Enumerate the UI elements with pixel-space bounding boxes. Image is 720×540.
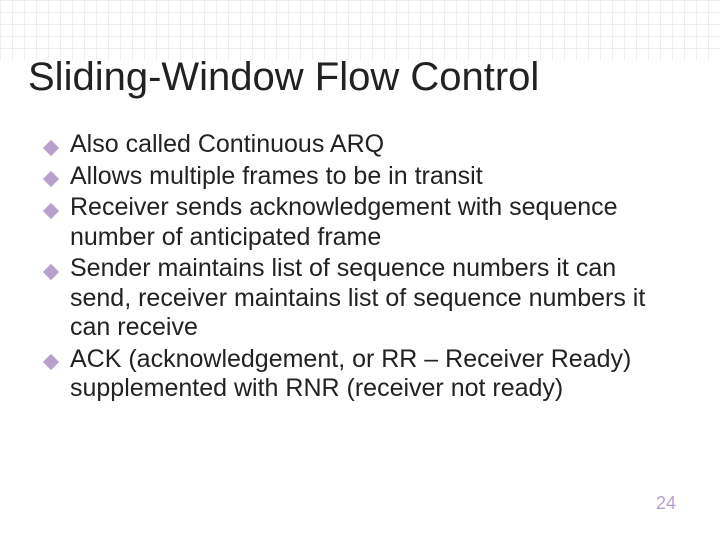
- list-item-text: Sender maintains list of sequence number…: [70, 254, 645, 341]
- list-item: Allows multiple frames to be in transit: [42, 162, 680, 192]
- list-item-text: Also called Continuous ARQ: [70, 130, 384, 158]
- slide-content: Sliding-Window Flow Control Also called …: [0, 0, 720, 404]
- slide-body: Also called Continuous ARQ Allows multip…: [0, 98, 720, 404]
- list-item-text: ACK (acknowledgement, or RR – Receiver R…: [70, 345, 631, 403]
- diamond-bullet-icon: [42, 166, 60, 184]
- list-item: ACK (acknowledgement, or RR – Receiver R…: [42, 345, 680, 404]
- slide-title: Sliding-Window Flow Control: [0, 0, 720, 98]
- list-item-text: Receiver sends acknowledgement with sequ…: [70, 193, 618, 251]
- slide: Sliding-Window Flow Control Also called …: [0, 0, 720, 540]
- diamond-bullet-icon: [42, 349, 60, 367]
- list-item: Also called Continuous ARQ: [42, 130, 680, 160]
- page-number: 24: [656, 493, 676, 514]
- diamond-bullet-icon: [42, 135, 60, 153]
- diamond-bullet-icon: [42, 198, 60, 216]
- list-item-text: Allows multiple frames to be in transit: [70, 162, 483, 190]
- bullet-list: Also called Continuous ARQ Allows multip…: [42, 130, 680, 404]
- diamond-bullet-icon: [42, 259, 60, 277]
- list-item: Sender maintains list of sequence number…: [42, 254, 680, 343]
- list-item: Receiver sends acknowledgement with sequ…: [42, 193, 680, 252]
